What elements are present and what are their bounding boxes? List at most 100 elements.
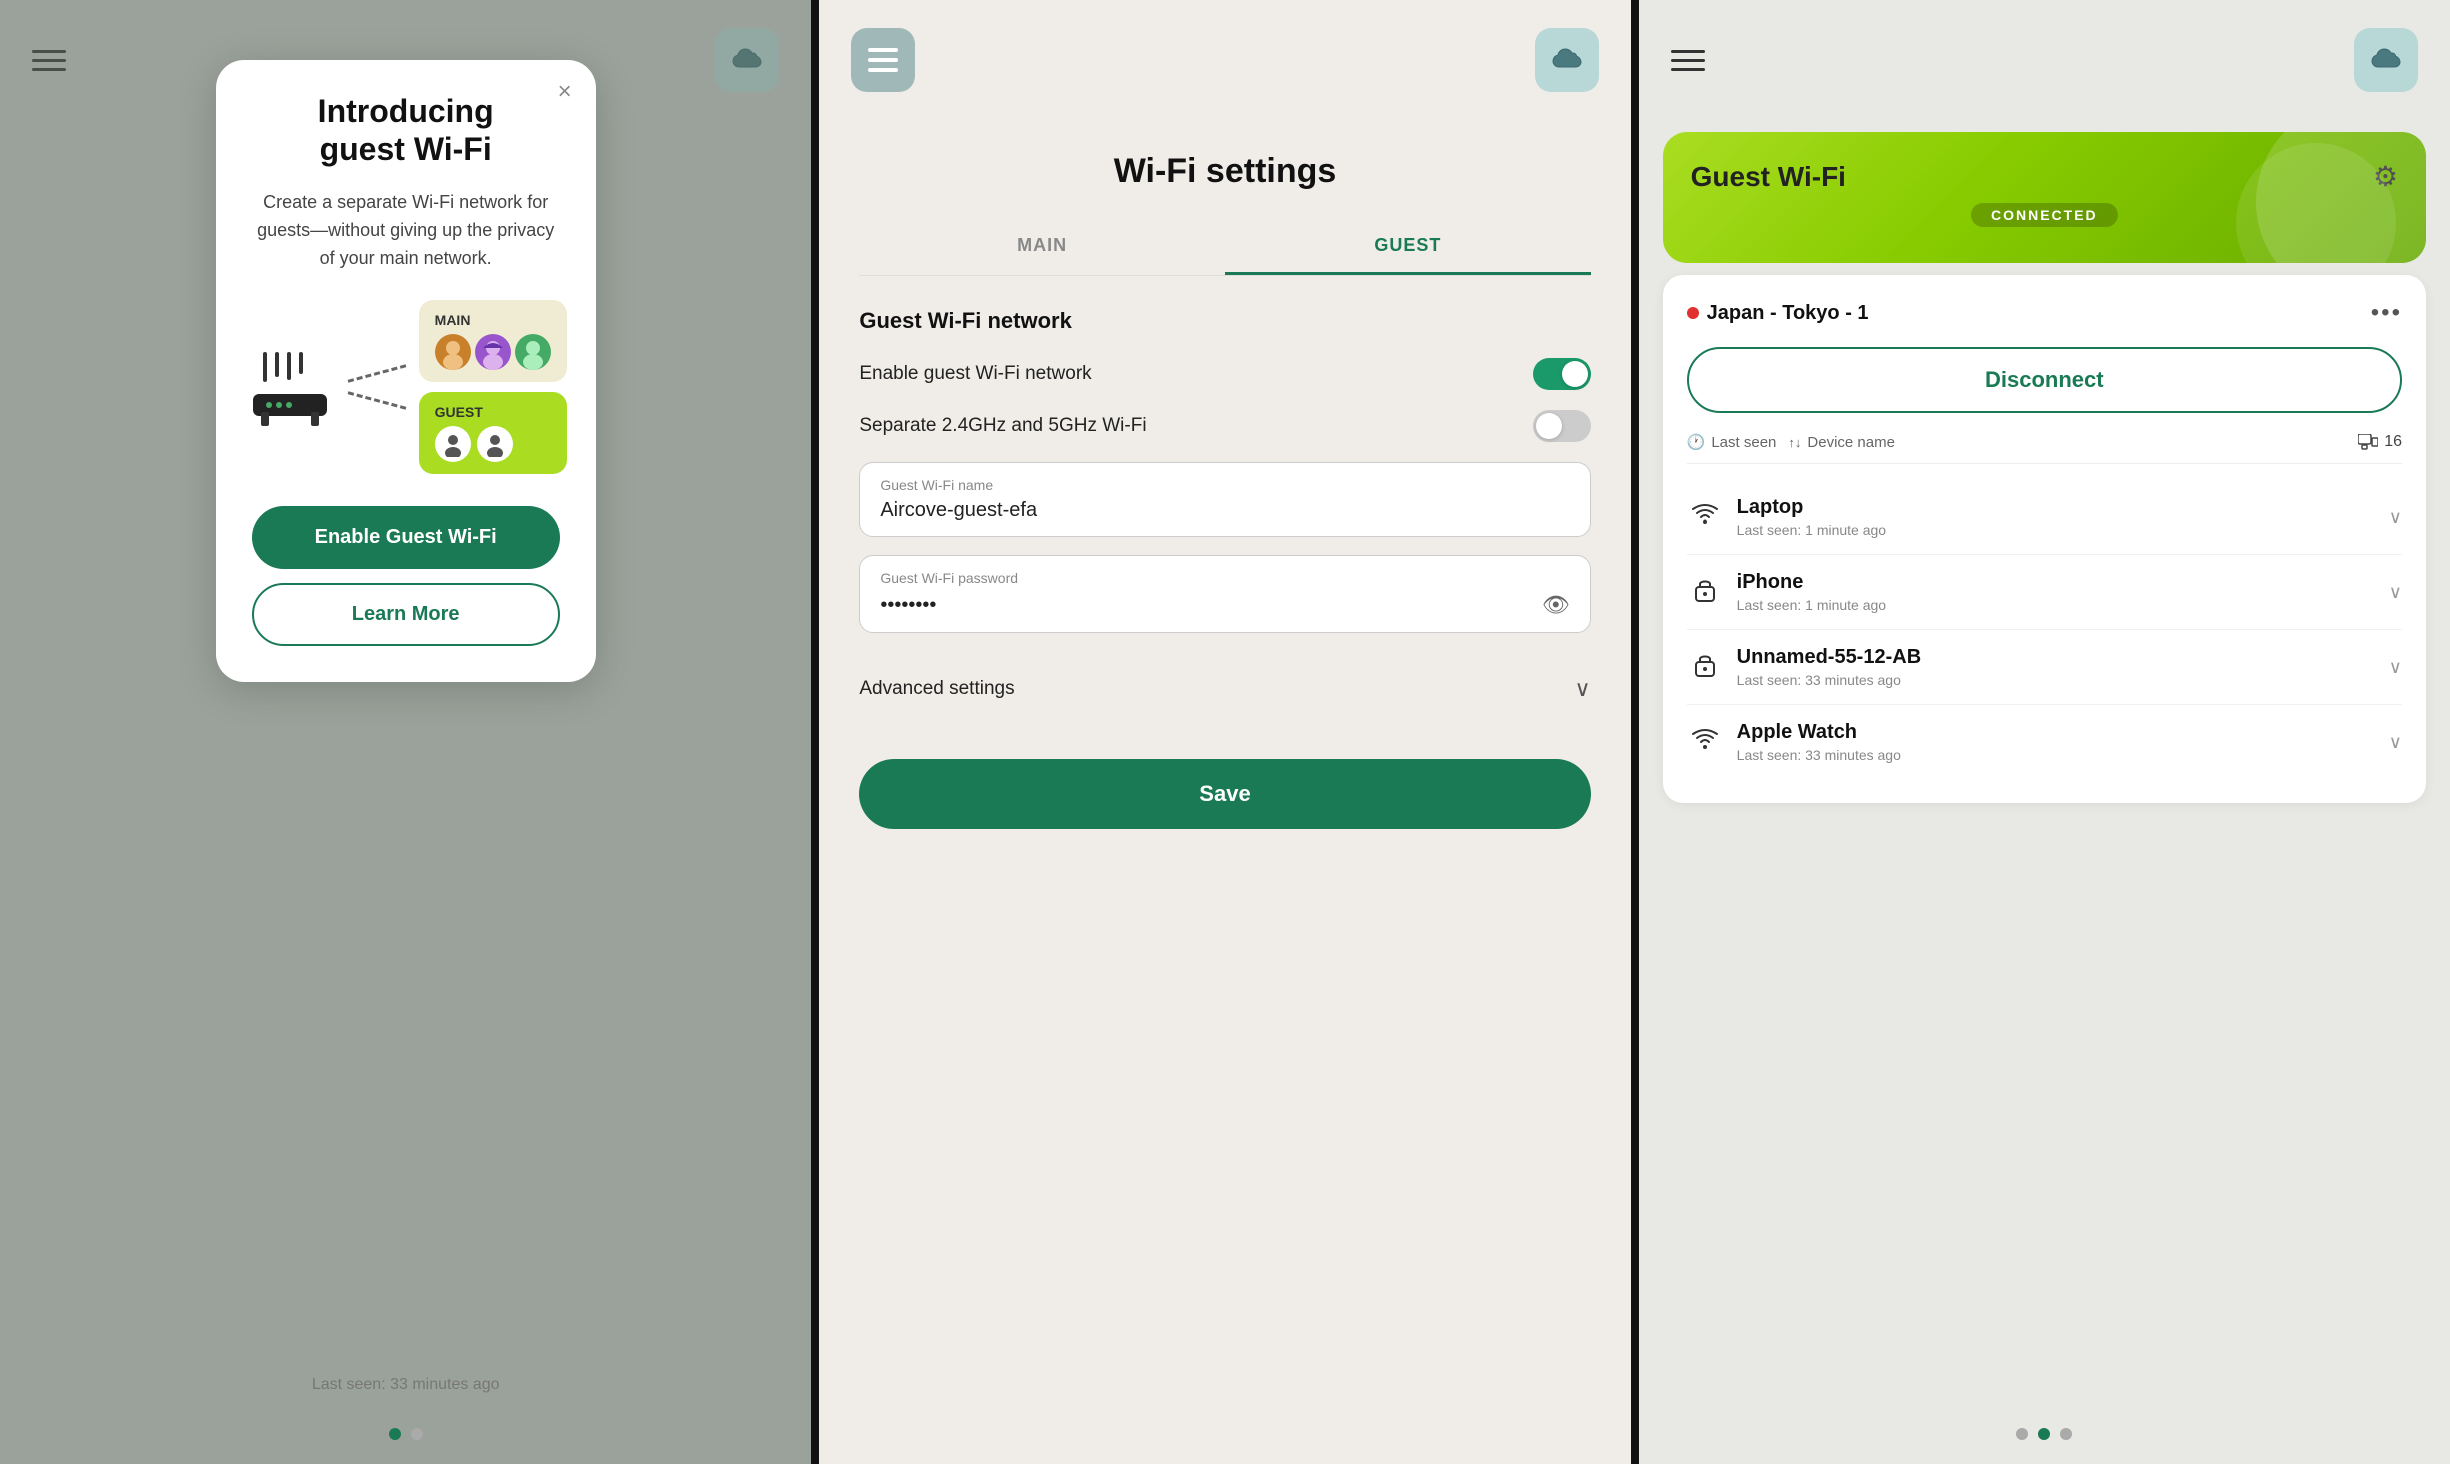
- dot-p3-3: [2060, 1428, 2072, 1440]
- iphone-name: iPhone: [1737, 571, 2375, 594]
- guest-avatars: [435, 426, 513, 462]
- device-name-header: ↑↓ Device name: [1788, 434, 1895, 451]
- card-title: Guest Wi-Fi: [1691, 161, 1846, 193]
- laptop-name: Laptop: [1737, 496, 2375, 519]
- unnamed-last-seen: Last seen: 33 minutes ago: [1737, 672, 2375, 688]
- enable-guest-wifi-row: Enable guest Wi-Fi network: [859, 358, 1590, 390]
- panel1-dots: [0, 1428, 811, 1440]
- save-button[interactable]: Save: [859, 759, 1590, 829]
- wifi-name-input-group[interactable]: Guest Wi-Fi name Aircove-guest-efa: [859, 462, 1590, 537]
- iphone-expand-icon[interactable]: ∨: [2389, 582, 2402, 603]
- learn-more-button[interactable]: Learn More: [252, 583, 560, 646]
- guest-network-box: GUEST: [419, 392, 567, 474]
- unnamed-expand-icon[interactable]: ∨: [2389, 657, 2402, 678]
- device-row-unnamed[interactable]: Unnamed-55-12-AB Last seen: 33 minutes a…: [1687, 630, 2402, 705]
- wifi-icon-apple-watch: [1687, 728, 1723, 756]
- toggle-knob-2: [1536, 413, 1562, 439]
- modal-close-button[interactable]: ×: [558, 80, 572, 104]
- tab-guest[interactable]: GUEST: [1225, 219, 1591, 275]
- disconnect-button[interactable]: Disconnect: [1687, 347, 2402, 413]
- separate-bands-row: Separate 2.4GHz and 5GHz Wi-Fi: [859, 410, 1590, 442]
- hamburger-menu-3[interactable]: [1671, 50, 1705, 71]
- separate-bands-toggle[interactable]: [1533, 410, 1591, 442]
- enable-guest-label: Enable guest Wi-Fi network: [859, 363, 1091, 385]
- dashed-connections: [347, 372, 407, 402]
- location-name: Japan - Tokyo - 1: [1687, 302, 1869, 325]
- lock-icon-unnamed: [1687, 651, 1723, 683]
- toggle-knob-1: [1562, 361, 1588, 387]
- connection-status-dot: [1687, 307, 1699, 319]
- advanced-settings-label: Advanced settings: [859, 678, 1014, 700]
- gear-icon[interactable]: ⚙: [2373, 160, 2398, 193]
- apple-watch-last-seen: Last seen: 33 minutes ago: [1737, 747, 2375, 763]
- menu-button-2[interactable]: [851, 28, 915, 92]
- top-bar-3: [1639, 0, 2450, 112]
- enable-guest-toggle[interactable]: [1533, 358, 1591, 390]
- iphone-info: iPhone Last seen: 1 minute ago: [1737, 571, 2375, 613]
- unnamed-info: Unnamed-55-12-AB Last seen: 33 minutes a…: [1737, 646, 2375, 688]
- top-bar-2: [819, 0, 1630, 112]
- panel-intro: × Introducing guest Wi-Fi Create a separ…: [0, 0, 811, 1464]
- modal-description: Create a separate Wi-Fi network for gues…: [252, 189, 560, 273]
- modal-title: Introducing guest Wi-Fi: [252, 92, 560, 169]
- main-label: MAIN: [435, 312, 551, 328]
- tab-main[interactable]: MAIN: [859, 219, 1225, 275]
- device-row-iphone[interactable]: iPhone Last seen: 1 minute ago ∨: [1687, 555, 2402, 630]
- wifi-signal-icon: [1687, 503, 1723, 531]
- last-seen-header: 🕐 Last seen: [1687, 433, 1777, 451]
- device-list-card: Japan - Tokyo - 1 ••• Disconnect 🕐 Last …: [1663, 275, 2426, 803]
- dot-2: [411, 1428, 423, 1440]
- guest-wifi-section-title: Guest Wi-Fi network: [859, 308, 1590, 334]
- more-options-icon[interactable]: •••: [2371, 299, 2402, 327]
- panel-guest-wifi-status: Guest Wi-Fi ⚙ CONNECTED Japan - Tokyo - …: [1639, 0, 2450, 1464]
- dot-1: [389, 1428, 401, 1440]
- devices-count: 16: [2358, 433, 2402, 451]
- devices-header: 🕐 Last seen ↑↓ Device name 16: [1687, 433, 2402, 464]
- card-header: Guest Wi-Fi ⚙: [1691, 160, 2398, 193]
- unnamed-device-name: Unnamed-55-12-AB: [1737, 646, 2375, 669]
- main-network-box: MAIN: [419, 300, 567, 382]
- wifi-settings-title: Wi-Fi settings: [859, 112, 1590, 219]
- wifi-name-label: Guest Wi-Fi name: [880, 477, 1569, 493]
- wifi-name-value: Aircove-guest-efa: [880, 499, 1569, 522]
- network-boxes: MAIN: [419, 300, 567, 474]
- main-avatars: [435, 334, 551, 370]
- wifi-tabs: MAIN GUEST: [859, 219, 1590, 276]
- cloud-button-3[interactable]: [2354, 28, 2418, 92]
- guest-wifi-modal: × Introducing guest Wi-Fi Create a separ…: [216, 60, 596, 682]
- divider-2: [1631, 0, 1639, 1464]
- location-row: Japan - Tokyo - 1 •••: [1687, 299, 2402, 327]
- panel2-content: Wi-Fi settings MAIN GUEST Guest Wi-Fi ne…: [819, 112, 1630, 829]
- dot-p3-2: [2038, 1428, 2050, 1440]
- laptop-info: Laptop Last seen: 1 minute ago: [1737, 496, 2375, 538]
- laptop-expand-icon[interactable]: ∨: [2389, 507, 2402, 528]
- advanced-chevron-icon: ∨: [1575, 676, 1591, 702]
- bottom-last-seen: Last seen: 33 minutes ago: [0, 1376, 811, 1394]
- apple-watch-info: Apple Watch Last seen: 33 minutes ago: [1737, 721, 2375, 763]
- device-row-apple-watch[interactable]: Apple Watch Last seen: 33 minutes ago ∨: [1687, 705, 2402, 779]
- laptop-last-seen: Last seen: 1 minute ago: [1737, 522, 2375, 538]
- connected-badge: CONNECTED: [1971, 203, 2118, 227]
- modal-overlay: × Introducing guest Wi-Fi Create a separ…: [0, 0, 811, 1464]
- iphone-last-seen: Last seen: 1 minute ago: [1737, 597, 2375, 613]
- guest-avatar-2: [477, 426, 513, 462]
- apple-watch-expand-icon[interactable]: ∨: [2389, 732, 2402, 753]
- enable-guest-wifi-button[interactable]: Enable Guest Wi-Fi: [252, 506, 560, 569]
- router-icon: [245, 347, 335, 427]
- network-diagram: MAIN: [252, 300, 560, 474]
- wifi-password-label: Guest Wi-Fi password: [880, 570, 1569, 586]
- apple-watch-name: Apple Watch: [1737, 721, 2375, 744]
- cloud-button-2[interactable]: [1535, 28, 1599, 92]
- separate-bands-label: Separate 2.4GHz and 5GHz Wi-Fi: [859, 415, 1146, 437]
- guest-label: GUEST: [435, 404, 513, 420]
- divider-1: [811, 0, 819, 1464]
- show-password-icon[interactable]: 👁: [1542, 592, 1570, 618]
- lock-icon-iphone: [1687, 576, 1723, 608]
- wifi-password-input-group[interactable]: Guest Wi-Fi password •••••••• 👁: [859, 555, 1590, 633]
- dot-p3-1: [2016, 1428, 2028, 1440]
- panel3-dots: [1639, 1428, 2450, 1440]
- advanced-settings-row[interactable]: Advanced settings ∨: [859, 651, 1590, 727]
- wifi-password-value: •••••••• 👁: [880, 592, 1569, 618]
- device-row-laptop[interactable]: Laptop Last seen: 1 minute ago ∨: [1687, 480, 2402, 555]
- guest-avatar-1: [435, 426, 471, 462]
